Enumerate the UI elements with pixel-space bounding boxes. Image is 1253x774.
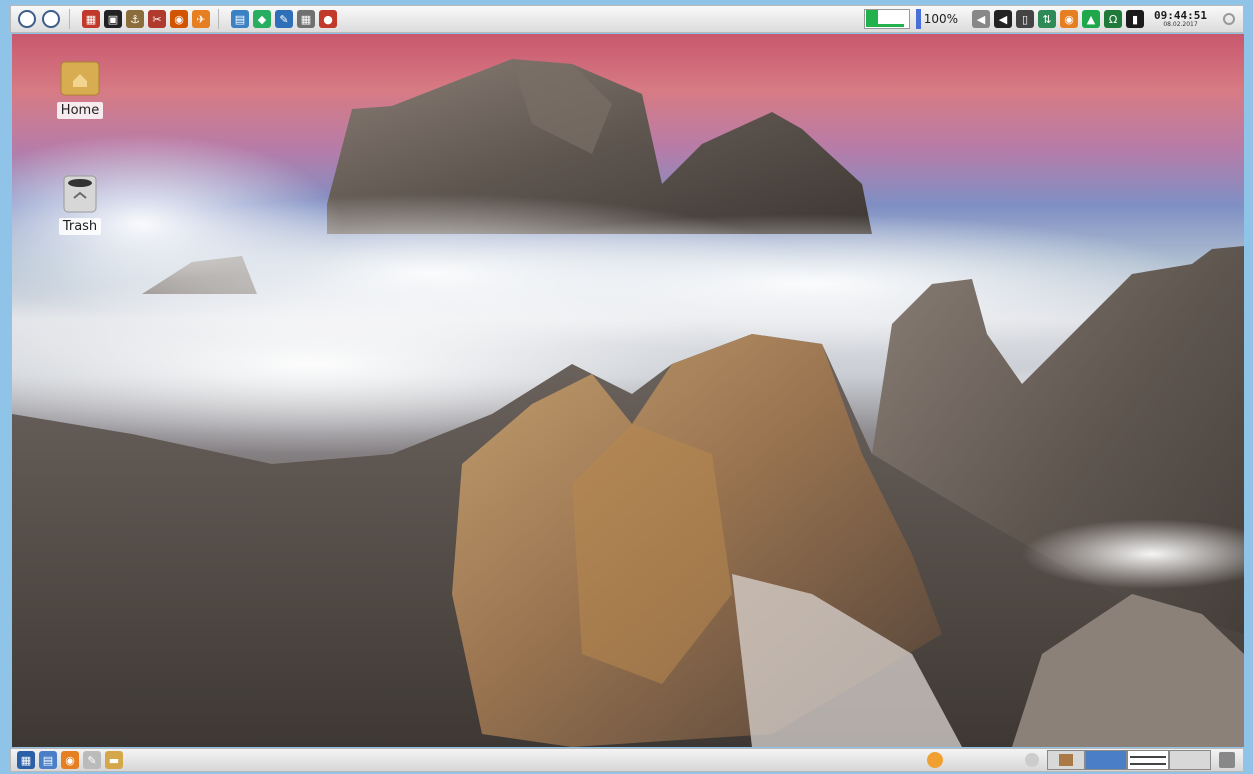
status-dot-icon bbox=[1025, 753, 1039, 767]
tray-icons: ◀ ◀ ▯ ⇅ ◉ ▲ Ω ▮ bbox=[966, 6, 1146, 32]
lock-icon[interactable]: ▲ bbox=[1082, 10, 1101, 28]
workspace-3[interactable] bbox=[1127, 750, 1169, 770]
panel-separator bbox=[69, 9, 70, 29]
anchor-tool-icon[interactable]: ⚓ bbox=[126, 10, 144, 28]
workspace-2[interactable] bbox=[1085, 750, 1127, 770]
desktop-icon-label: Home bbox=[56, 102, 104, 119]
desktop-icon-trash[interactable]: Trash bbox=[50, 174, 110, 235]
bird-app-icon[interactable]: ✈ bbox=[192, 10, 210, 28]
notification-icon[interactable] bbox=[927, 752, 943, 768]
scissors-tool-icon[interactable]: ✂ bbox=[148, 10, 166, 28]
clipboard-icon[interactable]: ▯ bbox=[1016, 10, 1035, 28]
panel-separator bbox=[218, 9, 219, 29]
calculator-icon[interactable]: ▦ bbox=[297, 10, 315, 28]
home-folder-icon bbox=[60, 58, 100, 98]
battery-percent: 100% bbox=[923, 12, 959, 26]
bottom-right-area bbox=[925, 749, 1243, 771]
battery-level-bar[interactable] bbox=[915, 9, 921, 29]
desktop-wallpaper: Home Trash bbox=[12, 34, 1244, 747]
omega-icon[interactable]: Ω bbox=[1104, 10, 1123, 28]
clock[interactable]: 09:44:51 08.02.2017 bbox=[1154, 10, 1207, 28]
app-red-icon[interactable]: ▦ bbox=[82, 10, 100, 28]
display-icon[interactable]: ▮ bbox=[1126, 10, 1145, 28]
power-icon[interactable] bbox=[1223, 13, 1235, 25]
window-thumbnail-icon bbox=[1059, 754, 1073, 766]
system-tray: 100% ◀ ◀ ▯ ⇅ ◉ ▲ Ω ▮ 09:44:51 08.02.2017 bbox=[863, 6, 1243, 32]
desktop-icon-label: Trash bbox=[58, 218, 102, 235]
file-manager-icon[interactable]: ▤ bbox=[39, 751, 57, 769]
panel-menu-buttons bbox=[11, 6, 63, 32]
workspace-1[interactable] bbox=[1047, 750, 1085, 770]
volume-high-icon[interactable]: ◀ bbox=[994, 10, 1013, 28]
top-panel: ▦ ▣ ⚓ ✂ ◉ ✈ ▤ ◆ ✎ ▦ ● 100% ◀ ◀ ▯ ⇅ ◉ ▲ Ω ▮ 09:44:51 08.0… bbox=[10, 5, 1244, 33]
circle-menu-icon[interactable] bbox=[42, 10, 60, 28]
file-launchers: ▤ ◆ ✎ ▦ ● bbox=[225, 6, 339, 32]
app-menu-icon[interactable]: ▦ bbox=[17, 751, 35, 769]
terminal-icon[interactable]: ▣ bbox=[104, 10, 122, 28]
app-launchers: ▦ ▣ ⚓ ✂ ◉ ✈ bbox=[76, 6, 212, 32]
clock-date: 08.02.2017 bbox=[1163, 21, 1198, 28]
tomato-app-icon[interactable]: ● bbox=[319, 10, 337, 28]
browser-tray-icon[interactable]: ◉ bbox=[1060, 10, 1079, 28]
color-picker-icon[interactable]: ◆ bbox=[253, 10, 271, 28]
network-icon[interactable]: ⇅ bbox=[1038, 10, 1057, 28]
globe-app-icon[interactable]: ◉ bbox=[170, 10, 188, 28]
bottom-launchers: ▦ ▤ ◉ ✎ ▬ bbox=[11, 751, 125, 769]
bottom-panel: ▦ ▤ ◉ ✎ ▬ bbox=[10, 748, 1244, 772]
cpu-monitor-graph[interactable] bbox=[863, 9, 910, 29]
clock-time: 09:44:51 bbox=[1154, 9, 1207, 22]
panel-trash-icon[interactable] bbox=[1219, 752, 1235, 768]
editor-icon[interactable]: ✎ bbox=[275, 10, 293, 28]
trash-icon bbox=[60, 174, 100, 214]
mountain-wallpaper-image bbox=[12, 59, 1244, 747]
volume-low-icon[interactable]: ◀ bbox=[972, 10, 991, 28]
cpu-graph-bar bbox=[865, 10, 878, 27]
folder-blue-icon[interactable]: ▤ bbox=[231, 10, 249, 28]
workspace-4[interactable] bbox=[1169, 750, 1211, 770]
browser-icon[interactable]: ◉ bbox=[61, 751, 79, 769]
folder-icon[interactable]: ▬ bbox=[105, 751, 123, 769]
cpu-graph-bar bbox=[877, 24, 904, 27]
circle-menu-icon[interactable] bbox=[18, 10, 36, 28]
desktop-icon-home[interactable]: Home bbox=[50, 58, 110, 119]
pen-icon[interactable]: ✎ bbox=[83, 751, 101, 769]
